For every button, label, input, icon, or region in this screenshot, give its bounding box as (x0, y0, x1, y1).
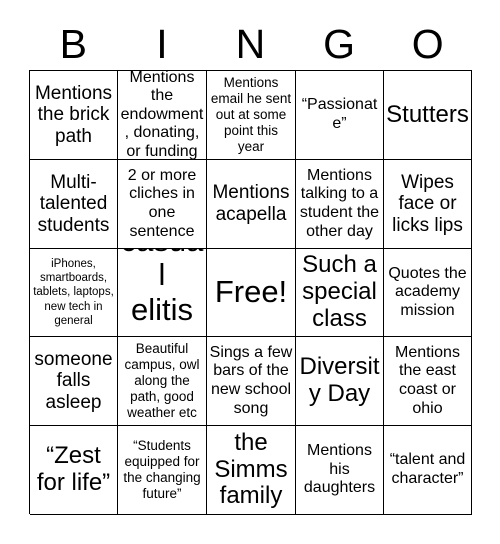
bingo-square-text: “Passionate” (301, 96, 378, 132)
bingo-square[interactable]: casual elitism (118, 249, 207, 337)
bingo-square[interactable]: Wipes face or licks lips (384, 160, 472, 249)
bingo-square-text: Mentions the endowment, donating, or fun… (120, 71, 204, 160)
bingo-square[interactable]: Diversity Day (296, 337, 384, 426)
bingo-header-letter-n: N (235, 21, 266, 67)
bingo-square[interactable]: “Passionate” (296, 71, 384, 160)
bingo-square-text: “Students equipped for the changing futu… (123, 437, 201, 502)
bingo-square-text: Sings a few bars of the new school song (209, 343, 293, 417)
bingo-square[interactable]: Stutters (384, 71, 472, 160)
bingo-square-text: Beautiful campus, owl along the path, go… (124, 340, 200, 421)
bingo-square[interactable]: “Zest for life” (30, 426, 118, 515)
bingo-square[interactable]: the Simms family (207, 426, 296, 515)
bingo-square-text: casual elitism (121, 249, 204, 336)
bingo-square[interactable]: Multi-talented students (30, 160, 118, 249)
bingo-square-text: Free! (214, 274, 288, 310)
bingo-square[interactable]: Sings a few bars of the new school song (207, 337, 296, 426)
bingo-square[interactable]: Mentions email he sent out at some point… (207, 71, 296, 160)
bingo-header-letter-b: B (59, 21, 87, 67)
bingo-square-text: Mentions email he sent out at some point… (210, 74, 292, 155)
bingo-square[interactable]: someone falls asleep (30, 337, 118, 426)
bingo-square-text: “talent and character” (389, 451, 466, 487)
bingo-grid: Mentions the brick path Mentions the endo… (29, 70, 472, 515)
bingo-square[interactable]: Mentions the endowment, donating, or fun… (118, 71, 207, 160)
bingo-square-text: Mentions talking to a student the other … (299, 166, 380, 240)
bingo-square[interactable]: Quotes the academy mission (384, 249, 472, 337)
bingo-free-space[interactable]: Free! (207, 249, 296, 337)
bingo-header: B I N G O (29, 18, 472, 70)
bingo-square-text: Mentions acapella (212, 182, 290, 225)
bingo-square-text: 2 or more cliches in one sentence (127, 166, 197, 240)
bingo-square[interactable]: 2 or more cliches in one sentence (118, 160, 207, 249)
bingo-header-letter-g: G (323, 21, 356, 67)
bingo-square-text: Mentions the brick path (34, 82, 113, 147)
bingo-square[interactable]: Mentions his daughters (296, 426, 384, 515)
bingo-header-letter-i: I (156, 21, 168, 67)
bingo-square[interactable]: iPhones, smartboards, tablets, laptops, … (30, 249, 118, 337)
bingo-square-text: Mentions the east coast or ohio (395, 343, 460, 417)
bingo-square[interactable]: Mentions the east coast or ohio (384, 337, 472, 426)
bingo-square[interactable]: “Students equipped for the changing futu… (118, 426, 207, 515)
bingo-square[interactable]: “talent and character” (384, 426, 472, 515)
bingo-card: B I N G O Mentions the brick path Mention… (0, 0, 500, 544)
bingo-square-text: Such a special class (302, 251, 377, 332)
bingo-square-text: “Zest for life” (36, 442, 111, 496)
bingo-square[interactable]: Mentions the brick path (30, 71, 118, 160)
bingo-square-text: someone falls asleep (34, 348, 113, 413)
bingo-square-text: Diversity Day (299, 353, 380, 407)
bingo-square[interactable]: Mentions acapella (207, 160, 296, 249)
bingo-square-text: the Simms family (214, 428, 288, 510)
bingo-square-text: Wipes face or licks lips (392, 171, 463, 236)
bingo-square-text: Multi-talented students (37, 171, 110, 236)
bingo-square-text: Stutters (386, 100, 469, 128)
bingo-square[interactable]: Such a special class (296, 249, 384, 337)
bingo-square-text: iPhones, smartboards, tablets, laptops, … (33, 257, 114, 327)
bingo-square-text: Quotes the academy mission (388, 264, 467, 319)
bingo-square[interactable]: Mentions talking to a student the other … (296, 160, 384, 249)
bingo-square-text: Mentions his daughters (303, 442, 376, 497)
bingo-header-letter-o: O (411, 21, 444, 67)
bingo-square[interactable]: Beautiful campus, owl along the path, go… (118, 337, 207, 426)
